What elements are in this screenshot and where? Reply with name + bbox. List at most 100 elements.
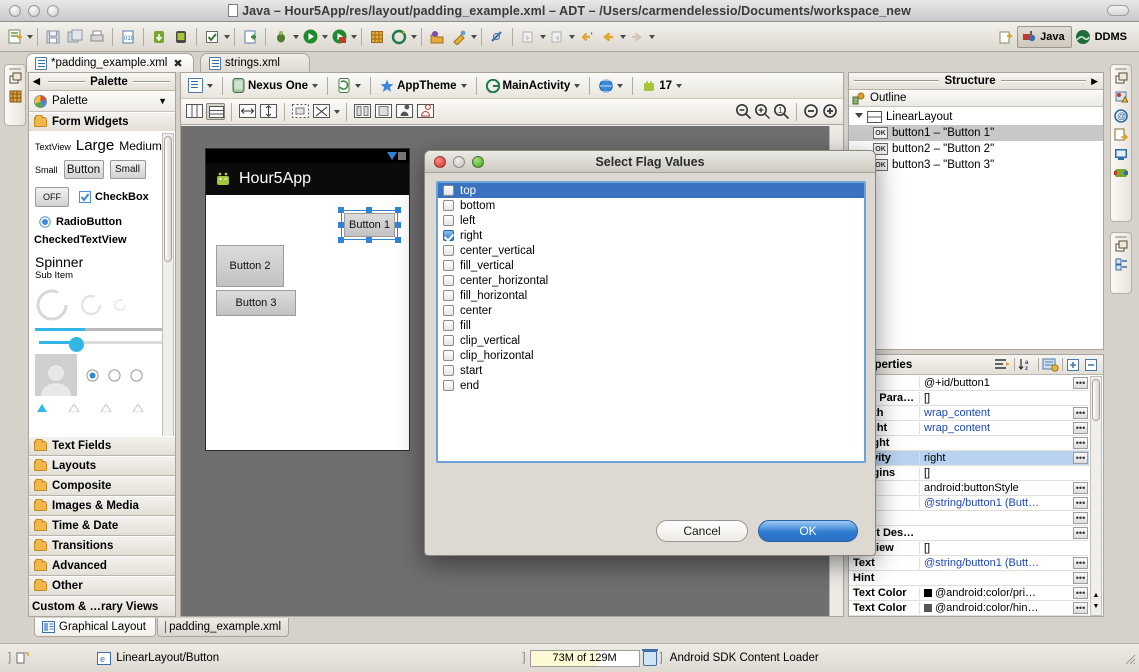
editor-tab-strings[interactable]: strings.xml: [200, 53, 310, 72]
new-android-project-icon[interactable]: [240, 27, 260, 47]
external-tools-dropdown-icon[interactable]: [411, 34, 417, 39]
tab-xml-source[interactable]: padding_example.xml: [157, 618, 289, 637]
device-content-area[interactable]: Button 1 Button 2 Button 3: [206, 195, 409, 450]
config-orientation-selector[interactable]: [334, 76, 364, 96]
property-row[interactable]: Margins[]: [849, 466, 1089, 481]
flag-row-right[interactable]: right: [438, 228, 864, 243]
annotation-icon[interactable]: [487, 27, 507, 47]
palette-item-checkbox[interactable]: CheckBox: [79, 191, 149, 203]
property-value[interactable]: []: [919, 467, 1089, 479]
property-row[interactable]: Text @string/button1 (Butt… •••: [849, 556, 1089, 571]
property-row[interactable]: @+id/button1 •••: [849, 376, 1089, 391]
property-editor-button[interactable]: •••: [1073, 557, 1088, 569]
property-value[interactable]: @+id/button1: [919, 377, 1073, 389]
property-editor-button[interactable]: •••: [1073, 512, 1088, 524]
external-tools-icon[interactable]: [389, 27, 409, 47]
property-row[interactable]: Gravityright•••: [849, 451, 1089, 466]
flag-row-fill_horizontal[interactable]: fill_horizontal: [438, 288, 864, 303]
console-view-icon[interactable]: [1114, 147, 1128, 161]
property-value[interactable]: []: [919, 392, 1089, 404]
cancel-button[interactable]: Cancel: [656, 520, 748, 542]
config-theme-selector[interactable]: AppTheme: [377, 76, 469, 96]
palette-group-other[interactable]: Other: [29, 576, 175, 596]
property-editor-button[interactable]: •••: [1073, 407, 1088, 419]
new-grid-icon[interactable]: [367, 27, 387, 47]
property-editor-button[interactable]: •••: [1073, 422, 1088, 434]
palette-scrollbar-thumb[interactable]: [164, 136, 172, 262]
select-flag-values-dialog[interactable]: Select Flag Values top bottom left right cen…: [424, 150, 876, 556]
palette-item-small-button[interactable]: Small: [109, 160, 146, 179]
chevron-down-icon[interactable]: [312, 83, 319, 88]
outline-tab[interactable]: Outline: [849, 90, 1103, 107]
palette-item-seekbar[interactable]: [29, 331, 175, 352]
palette-item-progressbar-horizontal[interactable]: [29, 322, 175, 331]
property-editor-button[interactable]: •••: [1073, 452, 1088, 464]
flag-checkbox-fill[interactable]: [443, 320, 454, 331]
palette-scrollbar[interactable]: ▲ ▼: [162, 133, 174, 472]
config-device-selector[interactable]: Nexus One: [229, 76, 321, 96]
zoom-plus-icon[interactable]: [822, 103, 839, 120]
new-wizard-dropdown-icon[interactable]: [27, 34, 33, 39]
property-row[interactable]: Widthwrap_content•••: [849, 406, 1089, 421]
save-icon[interactable]: [43, 27, 63, 47]
checkmark-dropdown-icon[interactable]: [224, 34, 230, 39]
palette-item-button[interactable]: Button: [63, 160, 104, 179]
properties-scrollbar[interactable]: ▲ ▼: [1090, 376, 1102, 616]
preview-button-3[interactable]: Button 3: [216, 290, 296, 316]
chevron-down-icon[interactable]: [676, 83, 683, 88]
horizontal-split-icon[interactable]: [206, 103, 225, 120]
perspective-ddms-button[interactable]: DDMS: [1072, 26, 1133, 48]
property-editor-button[interactable]: •••: [1073, 527, 1088, 539]
resize-handle-se[interactable]: [395, 237, 401, 243]
collapse-left-icon[interactable]: ◀: [33, 76, 40, 87]
palette-group-time-date[interactable]: Time & Date: [29, 516, 175, 536]
palette-group-images-media[interactable]: Images & Media: [29, 496, 175, 516]
palette-item-medium[interactable]: Medium: [119, 139, 162, 153]
restore-view-icon[interactable]: [1115, 240, 1128, 253]
problems-view-icon[interactable]: [1114, 90, 1128, 104]
expand-right-icon[interactable]: ▶: [1091, 76, 1098, 87]
property-row[interactable]: extView[]: [849, 541, 1089, 556]
javadoc-view-icon[interactable]: [1114, 128, 1128, 142]
tree-row-button2[interactable]: OK button2 – "Button 2": [849, 141, 1103, 157]
scroll-up-icon[interactable]: ▲: [1092, 592, 1100, 602]
tab-graphical-layout[interactable]: Graphical Layout: [34, 618, 156, 637]
chevron-down-icon[interactable]: [617, 83, 624, 88]
flag-checkbox-top[interactable]: [443, 185, 454, 196]
sort-alpha-icon[interactable]: az: [1018, 357, 1035, 372]
palette-group-transitions[interactable]: Transitions: [29, 536, 175, 556]
open-xml-icon[interactable]: 010: [118, 27, 138, 47]
flag-row-top[interactable]: top: [438, 183, 864, 198]
debug-icon[interactable]: [271, 27, 291, 47]
palette-group-layouts[interactable]: Layouts: [29, 456, 175, 476]
chevron-down-icon[interactable]: [207, 83, 213, 88]
flag-checkbox-bottom[interactable]: [443, 200, 454, 211]
resize-handle-s[interactable]: [366, 237, 372, 243]
show-advanced-icon[interactable]: [1042, 357, 1059, 372]
resize-handle-sw[interactable]: [338, 237, 344, 243]
scroll-down-icon[interactable]: ▼: [1092, 603, 1100, 613]
property-editor-button[interactable]: •••: [1073, 497, 1088, 509]
sort-by-category-icon[interactable]: [994, 357, 1011, 372]
property-row[interactable]: Hint •••: [849, 571, 1089, 586]
back-dropdown-icon[interactable]: [620, 34, 626, 39]
flag-row-clip_vertical[interactable]: clip_vertical: [438, 333, 864, 348]
palette-item-progressbars[interactable]: [29, 281, 175, 322]
flag-row-center_horizontal[interactable]: center_horizontal: [438, 273, 864, 288]
property-row[interactable]: Text Color @android:color/pri… •••: [849, 586, 1089, 601]
flag-checkbox-fill_vertical[interactable]: [443, 260, 454, 271]
property-editor-button[interactable]: •••: [1073, 572, 1088, 584]
property-row[interactable]: yleandroid:buttonStyle•••: [849, 481, 1089, 496]
flag-row-fill[interactable]: fill: [438, 318, 864, 333]
chevron-down-icon[interactable]: [460, 83, 467, 88]
chevron-down-icon[interactable]: ▼: [158, 96, 167, 106]
save-all-icon[interactable]: [65, 27, 85, 47]
chevron-down-icon[interactable]: [574, 83, 581, 88]
palette-item-checkedtextview[interactable]: CheckedTextView: [29, 228, 175, 246]
config-api-selector[interactable]: 17: [639, 76, 685, 96]
resize-handle-nw[interactable]: [338, 207, 344, 213]
coverage-dropdown-icon[interactable]: [351, 34, 357, 39]
match-width-icon[interactable]: [238, 103, 257, 120]
vertical-split-icon[interactable]: [185, 103, 204, 120]
coverage-icon[interactable]: [329, 27, 349, 47]
